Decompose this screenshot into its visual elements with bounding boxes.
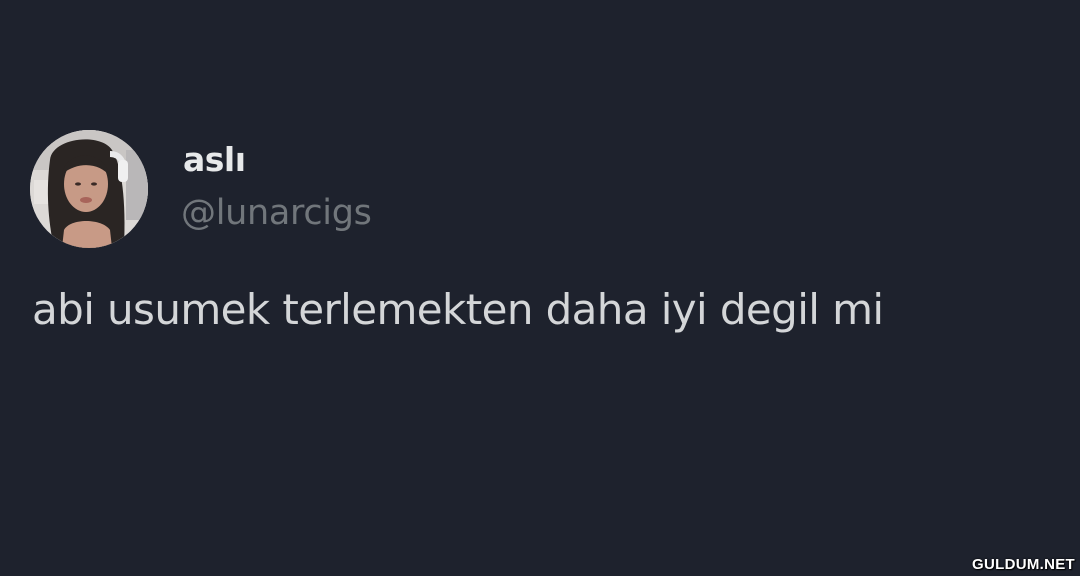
display-name[interactable]: aslı: [183, 140, 246, 180]
tweet-text: abi usumek terlemekten daha iyi degil mi: [32, 285, 884, 334]
avatar[interactable]: [30, 130, 148, 248]
tweet-card: aslı @lunarcigs abi usumek terlemekten d…: [0, 0, 1080, 576]
profile-photo-icon: [30, 130, 148, 248]
watermark: GULDUM.NET: [972, 556, 1075, 573]
user-handle[interactable]: @lunarcigs: [181, 191, 372, 235]
